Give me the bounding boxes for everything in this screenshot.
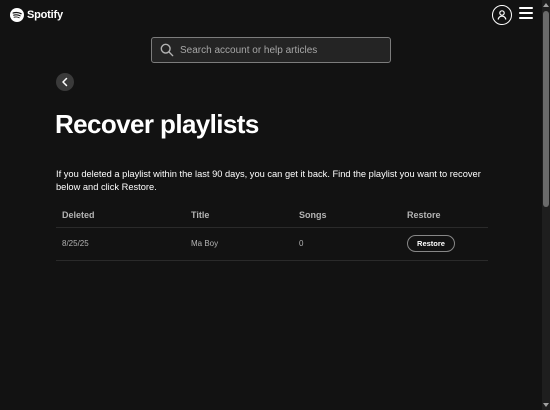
- table-row: 8/25/25 Ma Boy 0 Restore: [56, 228, 488, 261]
- search-box[interactable]: [151, 37, 391, 63]
- hamburger-menu-icon: [519, 7, 534, 19]
- spotify-logo-icon: [10, 8, 24, 22]
- user-icon: [497, 10, 507, 20]
- page-title: Recover playlists: [55, 109, 259, 139]
- songs-count-cell: 0: [299, 239, 304, 248]
- scroll-down-arrow[interactable]: [543, 403, 549, 407]
- column-header-deleted: Deleted: [62, 210, 95, 220]
- search-icon: [160, 43, 174, 57]
- deleted-date-cell: 8/25/25: [62, 239, 89, 248]
- column-header-songs: Songs: [299, 210, 327, 220]
- restore-button[interactable]: Restore: [407, 235, 455, 252]
- column-header-title: Title: [191, 210, 210, 220]
- page-description: If you deleted a playlist within the las…: [56, 169, 481, 192]
- profile-button[interactable]: [492, 5, 512, 25]
- logo-text: Spotify: [27, 9, 63, 21]
- playlist-title-cell: Ma Boy: [191, 239, 219, 248]
- search-input[interactable]: [180, 38, 390, 62]
- menu-button[interactable]: [519, 7, 534, 22]
- scrollbar-thumb[interactable]: [543, 11, 549, 207]
- deleted-playlists-table: Deleted Title Songs Restore 8/25/25 Ma B…: [56, 203, 488, 261]
- column-header-restore: Restore: [407, 210, 441, 220]
- scroll-up-arrow[interactable]: [543, 3, 549, 7]
- vertical-scrollbar[interactable]: [542, 0, 550, 410]
- back-button[interactable]: [56, 73, 74, 91]
- page: Spotify Recover playlists If you deleted…: [0, 0, 550, 410]
- spotify-logo[interactable]: Spotify: [10, 8, 63, 22]
- table-header: Deleted Title Songs Restore: [56, 203, 488, 228]
- chevron-left-icon: [62, 77, 68, 87]
- top-bar: Spotify: [0, 0, 542, 32]
